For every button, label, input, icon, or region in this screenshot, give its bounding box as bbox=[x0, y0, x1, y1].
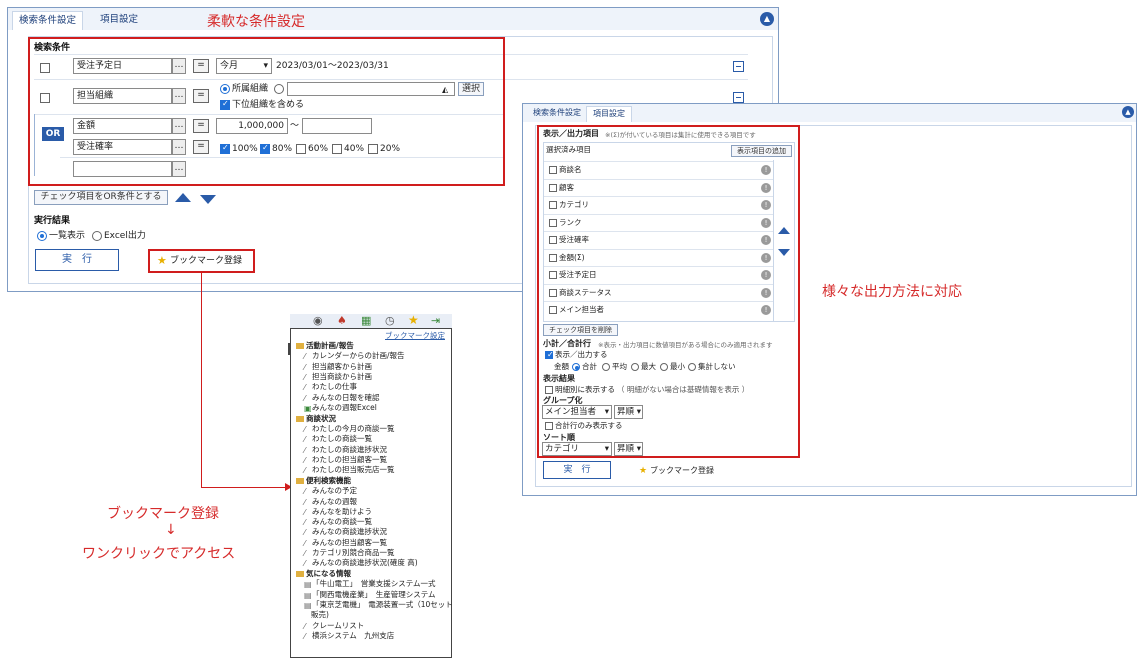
menu-link[interactable]: わたしの商談一覧 bbox=[312, 434, 372, 444]
annotation-flexible: 柔軟な条件設定 bbox=[207, 14, 305, 30]
star-menu-icon[interactable]: ★ bbox=[408, 314, 419, 326]
tab-search-conditions[interactable]: 検索条件設定 bbox=[533, 106, 581, 122]
menu-link[interactable]: みんなの予定 bbox=[312, 486, 357, 496]
link-icon: ⁄ bbox=[304, 372, 306, 382]
menu-link[interactable]: カテゴリ別競合商品一覧 bbox=[312, 548, 395, 558]
link-icon: ⁄ bbox=[304, 497, 306, 507]
gear-icon[interactable]: ◉ bbox=[313, 315, 323, 327]
link-icon: ⁄ bbox=[304, 352, 306, 362]
list-view-label: 一覧表示 bbox=[49, 231, 86, 241]
highlight-box-bookmark bbox=[148, 249, 255, 273]
menu-link[interactable]: みんなの商談進捗状況 bbox=[312, 527, 387, 537]
folder-icon bbox=[296, 415, 304, 422]
menu-link[interactable]: 「関西電機産業」 生産管理システム bbox=[312, 590, 436, 600]
link-icon: ⁄ bbox=[304, 631, 306, 641]
link-icon: ⁄ bbox=[304, 507, 306, 517]
move-down-icon[interactable] bbox=[200, 195, 216, 204]
annotation-bookmark-2: ワンクリックでアクセス bbox=[82, 546, 236, 562]
list-view-radio[interactable] bbox=[37, 231, 47, 241]
menu-link[interactable]: 「牛山電工」 営業支援システム一式 bbox=[312, 579, 436, 589]
collapse-icon[interactable]: ▲ bbox=[760, 12, 774, 26]
folder-icon bbox=[296, 571, 304, 578]
connector-line-h bbox=[201, 487, 286, 488]
clock-icon[interactable]: ◷ bbox=[385, 315, 395, 327]
excel-output-radio[interactable] bbox=[92, 231, 102, 241]
tab-item-settings[interactable]: 項目設定 bbox=[100, 11, 138, 30]
menu-link[interactable]: みんなの週報Excel bbox=[312, 403, 377, 413]
grid-icon[interactable]: ▦ bbox=[361, 315, 371, 327]
menu-link[interactable]: みんなの週報 bbox=[312, 497, 357, 507]
link-icon: ⁄ bbox=[304, 424, 306, 434]
annotation-various: 様々な出力方法に対応 bbox=[822, 284, 962, 300]
excel-output-label: Excel出力 bbox=[104, 231, 146, 241]
menu-link[interactable]: みんなの日報を確認 bbox=[312, 393, 380, 403]
menu-link[interactable]: わたしの担当顧客一覧 bbox=[312, 455, 387, 465]
annotation-bookmark-arrow: ↓ bbox=[165, 522, 177, 538]
remove-row-icon[interactable] bbox=[733, 61, 744, 72]
menu-link[interactable]: カレンダーからの計画/報告 bbox=[312, 351, 405, 361]
collapse-icon[interactable]: ▲ bbox=[1122, 106, 1134, 118]
run-button[interactable]: 実 行 bbox=[35, 249, 119, 271]
menu-group-title[interactable]: 活動計画/報告 bbox=[306, 341, 354, 351]
tab-item-settings[interactable]: 項目設定 bbox=[586, 106, 632, 122]
menu-link[interactable]: 担当商談から計画 bbox=[312, 372, 372, 382]
highlight-box-items bbox=[537, 125, 800, 458]
bookmark-settings-link[interactable]: ブックマーク設定 bbox=[385, 331, 445, 341]
link-icon: ⁄ bbox=[304, 455, 306, 465]
link-icon: ⁄ bbox=[304, 528, 306, 538]
link-icon: ⁄ bbox=[304, 621, 306, 631]
menu-group-title[interactable]: 商談状況 bbox=[306, 414, 336, 424]
menu-link[interactable]: わたしの担当販売店一覧 bbox=[312, 465, 395, 475]
menu-link[interactable]: 横浜システム 九州支店 bbox=[312, 631, 394, 641]
exit-icon[interactable]: ⇥ bbox=[431, 315, 440, 327]
link-icon: ⁄ bbox=[304, 487, 306, 497]
folder-icon bbox=[296, 477, 304, 484]
bookmark-register-link[interactable]: ブックマーク登録 bbox=[650, 465, 714, 477]
link-icon: ⁄ bbox=[304, 466, 306, 476]
link-icon: ⁄ bbox=[304, 435, 306, 445]
link-icon: ▣ bbox=[304, 403, 312, 413]
menu-link[interactable]: わたしの今月の商談一覧 bbox=[312, 424, 395, 434]
result-title: 実行結果 bbox=[34, 216, 71, 226]
menu-link[interactable]: みんなの商談進捗状況(確度 高) bbox=[312, 558, 418, 568]
menu-link[interactable]: 「東京芝電機」 電源装置一式（10セット bbox=[312, 600, 453, 610]
star-icon: ★ bbox=[639, 466, 648, 476]
move-up-icon[interactable] bbox=[175, 193, 191, 202]
tab-bar: 検索条件設定 項目設定 ▲ bbox=[523, 104, 1136, 122]
highlight-box-conditions bbox=[28, 37, 505, 186]
run-button[interactable]: 実 行 bbox=[543, 461, 611, 479]
or-condition-button[interactable]: チェック項目をOR条件とする bbox=[34, 190, 168, 205]
annotation-bookmark-1: ブックマーク登録 bbox=[107, 506, 219, 522]
connector-line-v bbox=[201, 273, 202, 488]
tab-search-conditions[interactable]: 検索条件設定 bbox=[12, 11, 84, 30]
tab-bar: 検索条件設定 項目設定 ▲ bbox=[8, 8, 778, 30]
document-icon: ▤ bbox=[304, 580, 312, 590]
menu-link[interactable]: クレームリスト bbox=[312, 621, 364, 631]
folder-icon bbox=[296, 343, 304, 349]
menu-link[interactable]: わたしの商談進捗状況 bbox=[312, 445, 387, 455]
menu-link[interactable]: みんなの商談一覧 bbox=[312, 517, 372, 527]
link-icon: ⁄ bbox=[304, 393, 306, 403]
remove-row-icon[interactable] bbox=[733, 92, 744, 103]
link-icon: ⁄ bbox=[304, 559, 306, 569]
link-icon: ⁄ bbox=[304, 549, 306, 558]
menu-group-title[interactable]: 便利検索機能 bbox=[306, 476, 351, 486]
document-icon: ▤ bbox=[304, 601, 312, 610]
link-icon: ⁄ bbox=[304, 445, 306, 455]
menu-left-marker bbox=[288, 343, 291, 355]
document-icon: ▤ bbox=[304, 590, 312, 600]
menu-link[interactable]: 担当顧客から計画 bbox=[312, 362, 372, 372]
menu-link[interactable]: 販売) bbox=[311, 610, 329, 620]
link-icon: ⁄ bbox=[304, 518, 306, 528]
link-icon: ⁄ bbox=[304, 538, 306, 548]
menu-link[interactable]: みんなを助けよう bbox=[312, 507, 372, 517]
menu-link[interactable]: みんなの担当顧客一覧 bbox=[312, 538, 387, 548]
link-icon: ⁄ bbox=[304, 362, 306, 372]
person-icon[interactable]: ♠ bbox=[337, 315, 347, 327]
menu-link[interactable]: わたしの仕事 bbox=[312, 382, 357, 392]
link-icon: ⁄ bbox=[304, 383, 306, 393]
menu-group-title[interactable]: 気になる情報 bbox=[306, 569, 351, 579]
